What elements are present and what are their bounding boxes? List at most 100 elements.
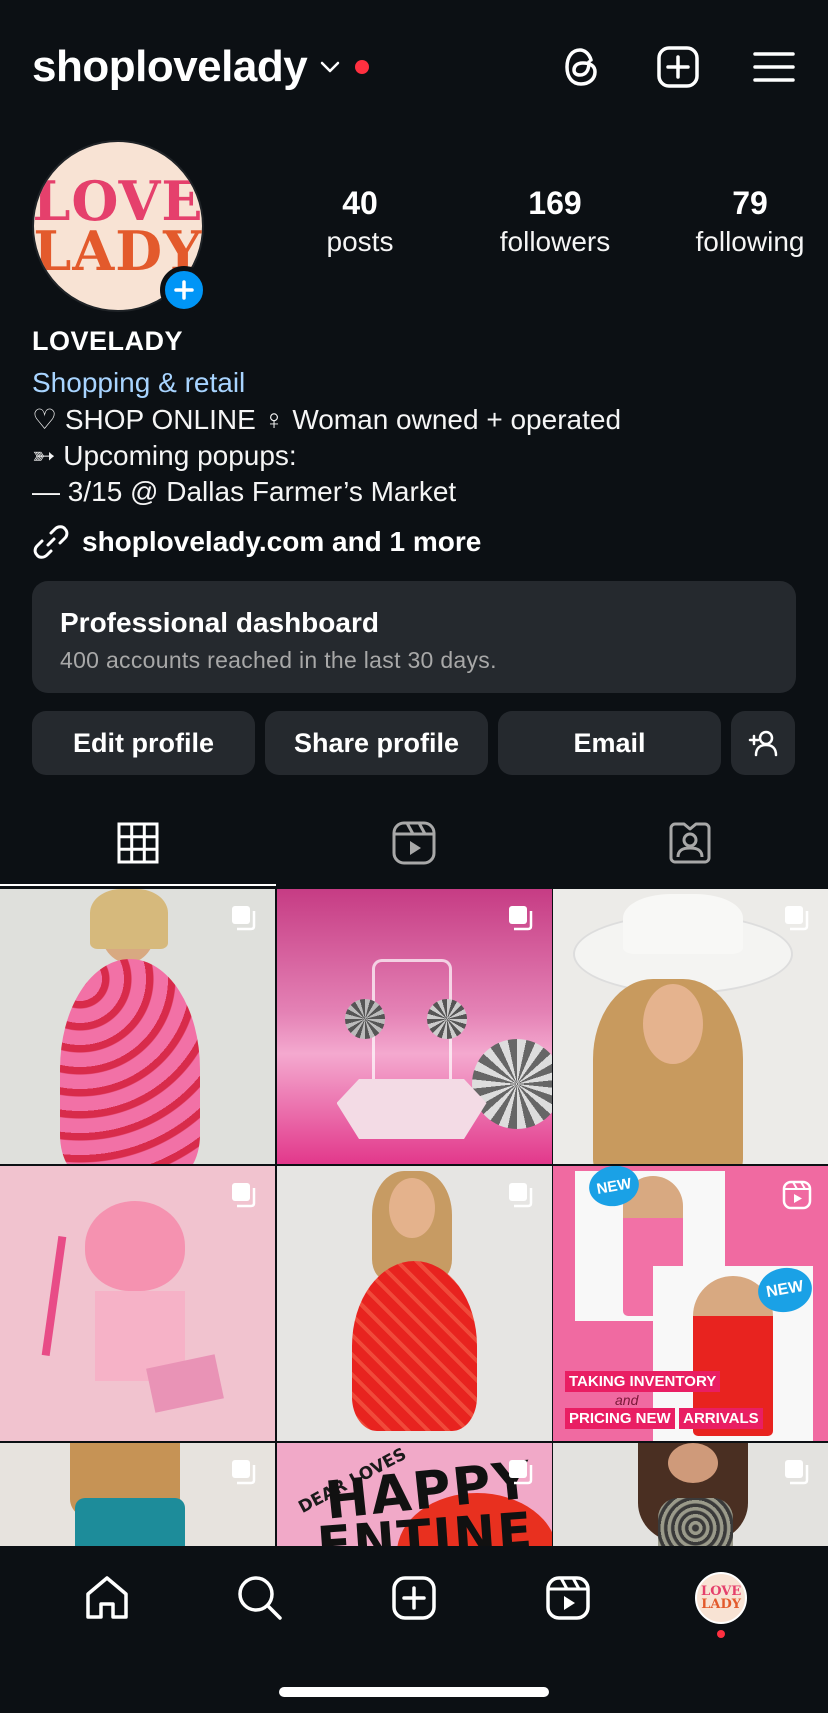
bio-link[interactable]: shoplovelady.com and 1 more	[32, 523, 796, 561]
followers-count: 169	[528, 185, 582, 221]
nav-home[interactable]	[77, 1568, 137, 1628]
edit-profile-button[interactable]: Edit profile	[32, 711, 255, 775]
profile-notification-dot	[717, 1630, 726, 1638]
red-dress	[351, 1261, 477, 1431]
display-name: LOVELADY	[32, 326, 184, 356]
carousel-icon	[232, 1183, 256, 1208]
stat-posts[interactable]: 40 posts	[300, 185, 420, 258]
model-face	[643, 984, 703, 1064]
hexagon-pedestal	[336, 1079, 487, 1139]
reels-icon	[545, 1576, 590, 1620]
add-person-icon	[748, 730, 778, 757]
post-thumbnail[interactable]	[553, 889, 828, 1164]
posts-grid: NEW NEW TAKING INVENTORY and PRICING NEW…	[0, 889, 828, 1546]
teal-top	[75, 1498, 185, 1546]
sequin-top	[658, 1498, 733, 1546]
avatar-logo-text-2: LADY	[701, 1597, 742, 1612]
bio-line: ➳ Upcoming popups:	[32, 440, 297, 471]
link-icon	[33, 525, 69, 559]
disco-ball	[344, 999, 385, 1039]
carousel-icon	[508, 1183, 532, 1208]
home-indicator[interactable]	[279, 1687, 549, 1697]
grid-icon	[117, 822, 159, 864]
model-face	[668, 1443, 718, 1483]
posts-count: 40	[342, 185, 378, 221]
bio-link-text: shoplovelady.com and 1 more	[82, 526, 482, 557]
post-thumbnail[interactable]	[276, 1166, 552, 1441]
nav-reels[interactable]	[538, 1568, 598, 1628]
email-button[interactable]: Email	[498, 711, 721, 775]
carousel-icon	[232, 906, 256, 931]
profile-stats: 40 posts 169 followers 79 following	[300, 185, 810, 258]
stat-followers[interactable]: 169 followers	[495, 185, 615, 258]
header-actions	[560, 45, 796, 89]
carousel-icon	[508, 906, 532, 931]
following-count: 79	[732, 185, 768, 221]
post-thumbnail[interactable]	[0, 1166, 275, 1441]
reel-caption-line: TAKING INVENTORY	[565, 1371, 721, 1392]
reel-caption-line: ARRIVALS	[679, 1408, 763, 1429]
tagged-icon	[669, 822, 711, 864]
plus-icon	[174, 280, 194, 300]
post-thumbnail[interactable]	[0, 889, 275, 1164]
top-bar: shoplovelady	[32, 30, 796, 104]
model-hair	[90, 889, 168, 949]
cowboy-hat-crown	[623, 894, 743, 954]
reel-caption-line: and	[615, 1392, 639, 1408]
reels-icon	[392, 821, 436, 865]
reel-caption-line: PRICING NEW	[565, 1408, 675, 1429]
profile-page: shoplovelady LOVE LADY 40 posts 169 foll…	[0, 0, 828, 1713]
bio-line: ♡ SHOP ONLINE ♀ Woman owned + operated	[32, 404, 622, 435]
following-label: following	[695, 226, 805, 257]
post-thumbnail[interactable]	[0, 1443, 275, 1546]
profile-bio: LOVELADY Shopping & retail ♡ SHOP ONLINE…	[32, 326, 796, 561]
dashboard-subtitle: 400 accounts reached in the last 30 days…	[60, 647, 497, 673]
nav-search[interactable]	[230, 1568, 290, 1628]
home-icon	[86, 1576, 128, 1619]
create-icon	[392, 1576, 436, 1620]
create-post-icon[interactable]	[656, 45, 700, 89]
category-label[interactable]: Shopping & retail	[32, 367, 796, 399]
pink-dress	[60, 959, 200, 1164]
bio-line: — 3/15 @ Dallas Farmer’s Market	[32, 476, 457, 507]
disco-ball	[471, 1039, 552, 1129]
tab-posts[interactable]	[0, 800, 276, 886]
reel-caption: TAKING INVENTORY and PRICING NEW ARRIVAL…	[565, 1371, 765, 1429]
carousel-icon	[785, 906, 809, 931]
profile-avatar-small: LOVE LADY	[695, 1572, 748, 1624]
menu-icon[interactable]	[752, 45, 796, 89]
share-profile-button[interactable]: Share profile	[265, 711, 488, 775]
post-thumbnail[interactable]	[553, 1443, 828, 1546]
stat-following[interactable]: 79 following	[690, 185, 810, 258]
heart-balloon	[85, 1201, 185, 1291]
carousel-icon	[508, 1460, 532, 1485]
add-story-button[interactable]	[160, 266, 208, 314]
discover-people-button[interactable]	[731, 711, 795, 775]
nav-create[interactable]	[384, 1568, 444, 1628]
model-face	[388, 1178, 435, 1238]
posts-label: posts	[326, 226, 394, 257]
tab-reels[interactable]	[276, 800, 552, 886]
threads-icon[interactable]	[560, 45, 604, 89]
followers-label: followers	[499, 226, 611, 257]
account-username[interactable]: shoplovelady	[32, 42, 308, 92]
content-tabs	[0, 800, 828, 886]
professional-dashboard[interactable]: Professional dashboard 400 accounts reac…	[32, 581, 796, 693]
nav-profile[interactable]: LOVE LADY	[691, 1568, 751, 1638]
post-thumbnail[interactable]: DEAR LOVES HAPPY ENTINE	[276, 1443, 552, 1546]
profile-actions: Edit profile Share profile Email	[32, 711, 796, 775]
reel-icon	[782, 1180, 812, 1210]
chevron-down-icon[interactable]	[319, 56, 341, 78]
bottom-navigation: LOVE LADY	[0, 1546, 828, 1713]
post-thumbnail[interactable]	[276, 889, 552, 1164]
notification-dot	[355, 60, 370, 74]
post-thumbnail[interactable]: NEW NEW TAKING INVENTORY and PRICING NEW…	[553, 1166, 828, 1441]
carousel-icon	[232, 1460, 256, 1485]
search-icon	[238, 1576, 283, 1620]
dashboard-title: Professional dashboard	[60, 607, 379, 638]
candy-stick	[41, 1236, 67, 1356]
profile-avatar[interactable]: LOVE LADY	[32, 140, 208, 314]
carousel-icon	[785, 1460, 809, 1485]
disco-ball	[426, 999, 467, 1039]
tab-tagged[interactable]	[552, 800, 828, 886]
